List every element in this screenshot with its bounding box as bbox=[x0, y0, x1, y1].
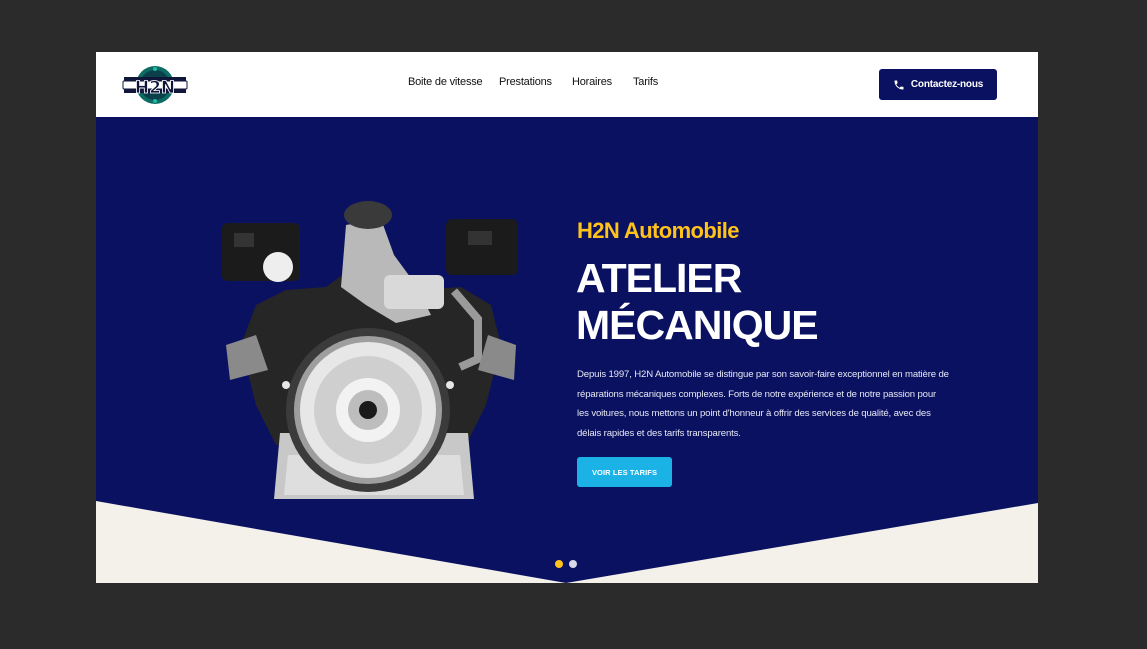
nav-boite-de-vitesse[interactable]: Boite de vitesse bbox=[408, 76, 483, 88]
slider-dot-2[interactable] bbox=[569, 560, 577, 568]
see-prices-button[interactable]: VOIR LES TARIFS bbox=[577, 457, 672, 487]
page-frame: H2N Boite de vitesse Prestations Horaire… bbox=[96, 52, 1038, 583]
hero-section: H2N Automobile ATELIER MÉCANIQUE Depuis … bbox=[96, 117, 1038, 583]
logo-text: H2N bbox=[135, 78, 175, 98]
hero-title-line-1: ATELIER bbox=[576, 255, 742, 301]
nav-horaires[interactable]: Horaires bbox=[572, 76, 612, 88]
hero-description: Depuis 1997, H2N Automobile se distingue… bbox=[577, 369, 949, 439]
hero-title: ATELIER MÉCANIQUE bbox=[576, 255, 819, 349]
nav-prestations[interactable]: Prestations bbox=[499, 76, 552, 88]
slider-dots bbox=[555, 560, 577, 568]
site-header: H2N Boite de vitesse Prestations Horaire… bbox=[96, 52, 1038, 117]
contact-button-label: Contactez-nous bbox=[910, 79, 984, 90]
hero-title-line-2: MÉCANIQUE bbox=[576, 302, 819, 348]
engine-image bbox=[222, 201, 518, 499]
hero-brand: H2N Automobile bbox=[577, 218, 740, 243]
h2n-logo[interactable]: H2N bbox=[122, 63, 188, 107]
contact-button[interactable]: Contactez-nous bbox=[879, 69, 997, 100]
nav-tarifs[interactable]: Tarifs bbox=[633, 76, 658, 88]
slider-dot-1[interactable] bbox=[555, 560, 563, 568]
phone-icon bbox=[894, 80, 904, 89]
